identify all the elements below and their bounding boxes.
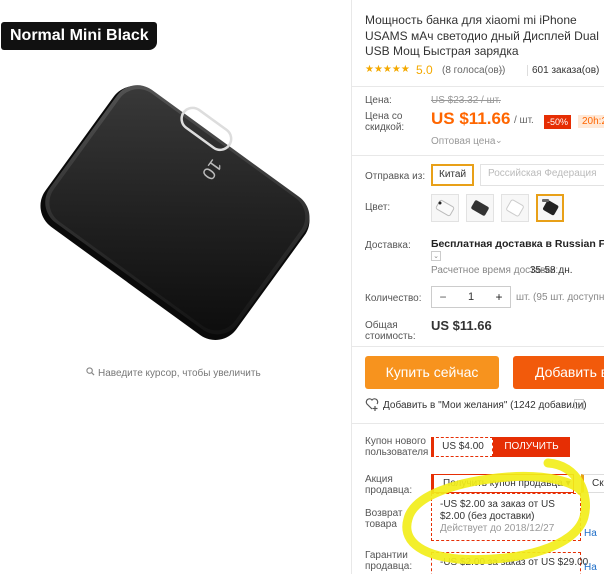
new-user-coupon-amount: US $4.00 — [431, 437, 493, 457]
return-label: Возврат товара — [365, 508, 403, 530]
chevron-down-icon[interactable]: ⌄ — [495, 135, 503, 146]
orders-count: 601 заказа(ов) — [527, 65, 599, 76]
ship-from-china[interactable]: Китай — [431, 164, 475, 186]
variant-badge: Normal Mini Black — [1, 22, 157, 50]
promo-action-link-2[interactable]: На — [584, 562, 597, 573]
new-user-coupon-label: Купон нового пользователя — [365, 436, 429, 458]
color-swatch-white-slim[interactable] — [431, 194, 459, 222]
total-label: Общая стоимость: — [365, 320, 416, 342]
wishlist-link[interactable]: Добавить в "Мои желания" (1242 добавили) — [383, 400, 587, 411]
quantity-label: Количество: — [365, 293, 422, 304]
color-swatch-black-mini[interactable] — [536, 194, 564, 222]
divider — [352, 155, 604, 156]
promo2-text: -US $2.00 за заказ от US $29.00 — [440, 557, 589, 568]
quantity-available: шт. (95 шт. доступны — [516, 292, 604, 303]
get-coupon-button[interactable]: ПОЛУЧИТЬ — [493, 437, 570, 457]
add-to-cart-button[interactable]: Добавить в — [513, 356, 604, 389]
product-image[interactable]: 10 — [30, 78, 320, 348]
seller-coupon-text: Получить купон продавца — [443, 478, 563, 489]
promo-valid-date: Действует до 2018/12/27 — [440, 523, 555, 534]
quantity-increase-button[interactable]: + — [488, 287, 510, 307]
zoom-hint: Наведите курсор, чтобы увеличить — [86, 367, 261, 379]
discount-price-label: Цена со скидкой: — [365, 111, 405, 133]
ship-from-label: Отправка из: — [365, 171, 426, 182]
delivery-label: Доставка: — [365, 240, 411, 251]
product-title: Мощность банка для xiaomi mi iPhone USAM… — [365, 13, 599, 58]
reviews-link[interactable]: (8 голоса(ов)) — [442, 65, 505, 76]
delivery-value[interactable]: Бесплатная доставка в Russian Fede — [431, 238, 604, 250]
seller-coupon-card: -US $2.00 за заказ от US $2.00 (без дост… — [431, 493, 581, 541]
divider — [352, 86, 604, 87]
rating-value: 5.0 — [416, 63, 433, 77]
heart-plus-icon[interactable] — [365, 397, 379, 411]
quantity-input[interactable]: 1 — [454, 287, 488, 307]
promo-text: -US $2.00 за заказ от US $2.00 (без дост… — [440, 499, 555, 522]
seller-discount-button[interactable]: Ски — [581, 474, 604, 493]
countdown-timer: 20h:2 — [578, 115, 604, 128]
color-label: Цвет: — [365, 202, 391, 213]
product-gallery: Normal Mini Black 10 Наведите курсор, чт… — [0, 0, 350, 574]
rating-stars: ★★★★★ — [365, 64, 410, 75]
product-info: Мощность банка для xiaomi mi iPhone USAM… — [351, 0, 604, 574]
caret-down-icon: ▾ — [565, 478, 571, 489]
ship-from-russia[interactable]: Российская Федерация — [480, 164, 604, 186]
get-seller-coupon-button[interactable]: Получить купон продавца ▾ — [431, 474, 574, 493]
seller-promo-label: Акция продавца: — [365, 474, 413, 496]
buy-now-button[interactable]: Купить сейчас — [365, 356, 499, 389]
chevron-down-icon[interactable]: ⌄ — [574, 399, 584, 409]
current-price: US $11.66 — [431, 109, 511, 128]
total-value: US $11.66 — [431, 318, 492, 333]
guarantee-label: Гарантии продавца: — [365, 550, 413, 572]
old-price: US $23.32 / шт. — [431, 95, 501, 106]
seller-coupon-card-2: -US $2.00 за заказ от US $29.00 — [431, 552, 589, 574]
zoom-hint-text: Наведите курсор, чтобы увеличить — [98, 368, 261, 379]
chevron-down-icon[interactable]: ⌄ — [431, 251, 441, 261]
wholesale-price-link[interactable]: Оптовая цена — [431, 136, 495, 147]
color-swatch-black-slim[interactable] — [466, 194, 494, 222]
divider — [352, 423, 604, 424]
quantity-stepper: − 1 + — [431, 286, 511, 308]
discount-badge: -50% — [544, 115, 572, 129]
chevron-down-icon[interactable]: ⌄ — [497, 64, 505, 75]
divider — [352, 346, 604, 347]
delivery-time-value: 35-58 дн. — [530, 265, 573, 276]
magnifier-icon — [86, 367, 95, 379]
price-unit: / шт. — [514, 115, 534, 126]
price-label: Цена: — [365, 95, 392, 106]
promo-action-link[interactable]: На — [584, 528, 597, 539]
color-swatch-white-mini[interactable] — [501, 194, 529, 222]
quantity-decrease-button[interactable]: − — [432, 287, 454, 307]
